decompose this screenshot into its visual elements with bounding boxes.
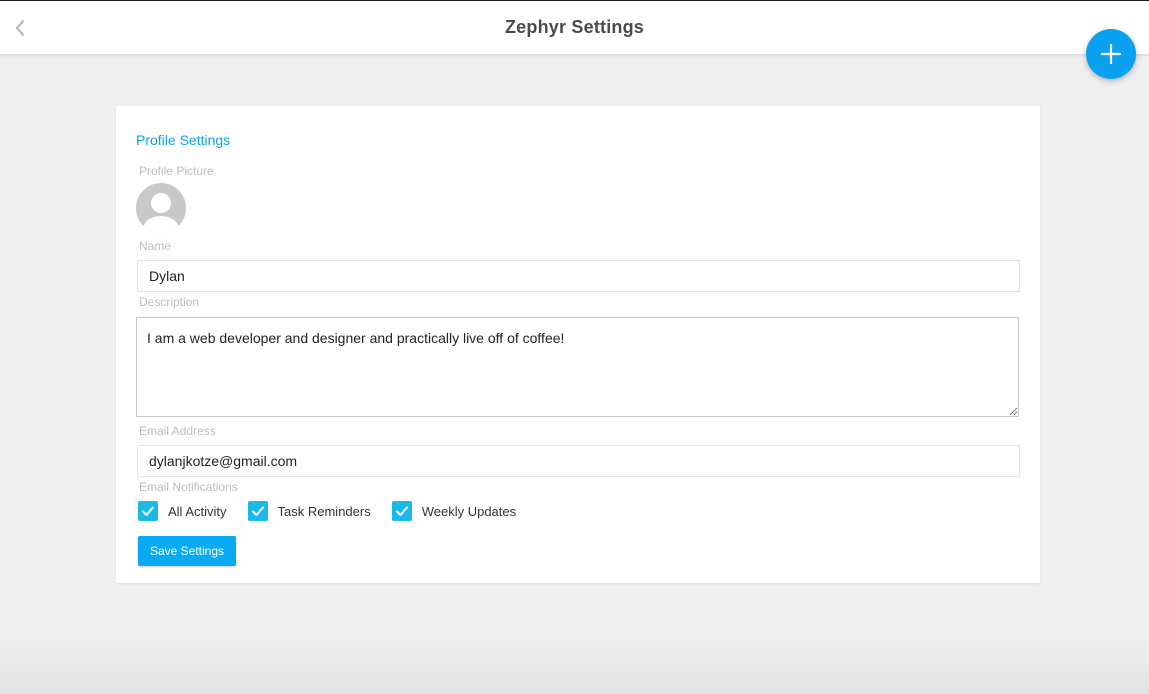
- email-field[interactable]: [137, 445, 1020, 477]
- checkbox-weekly-updates[interactable]: Weekly Updates: [391, 501, 517, 521]
- checkbox-checked[interactable]: [247, 501, 268, 521]
- checkbox-checked[interactable]: [138, 501, 158, 521]
- plus-icon: [1100, 43, 1122, 65]
- description-field[interactable]: I am a web developer and designer and pr…: [136, 317, 1019, 417]
- profile-picture-label: Profile Picture: [139, 164, 214, 178]
- top-app-bar: Zephyr Settings: [0, 0, 1149, 54]
- name-field[interactable]: [137, 260, 1020, 292]
- checkbox-task-reminders[interactable]: Task Reminders: [247, 501, 371, 521]
- checkbox-label: Weekly Updates: [421, 503, 517, 519]
- save-settings-button[interactable]: Save Settings: [138, 536, 236, 566]
- page-background-shade: [0, 634, 1149, 694]
- checkmark-icon: [142, 506, 154, 516]
- checkbox-label: All Activity: [168, 503, 227, 519]
- name-label: Name: [139, 239, 172, 253]
- checkbox-all-activity[interactable]: All Activity: [138, 501, 227, 521]
- add-button[interactable]: [1086, 29, 1136, 79]
- notification-options: All Activity Task Reminders Weekly Updat…: [138, 500, 537, 522]
- avatar[interactable]: [136, 183, 186, 233]
- description-label: Description: [139, 295, 200, 309]
- checkbox-checked[interactable]: [391, 501, 412, 521]
- section-title: Profile Settings: [136, 132, 231, 148]
- checkmark-icon: [395, 506, 408, 516]
- checkbox-label: Task Reminders: [277, 503, 371, 519]
- page-title: Zephyr Settings: [504, 17, 645, 37]
- email-label: Email Address: [139, 424, 216, 438]
- user-silhouette-icon: [143, 193, 179, 233]
- profile-settings-card: Profile Settings Profile Picture Name De…: [116, 106, 1040, 583]
- checkmark-icon: [251, 506, 264, 516]
- email-notifications-label: Email Notifications: [139, 480, 238, 494]
